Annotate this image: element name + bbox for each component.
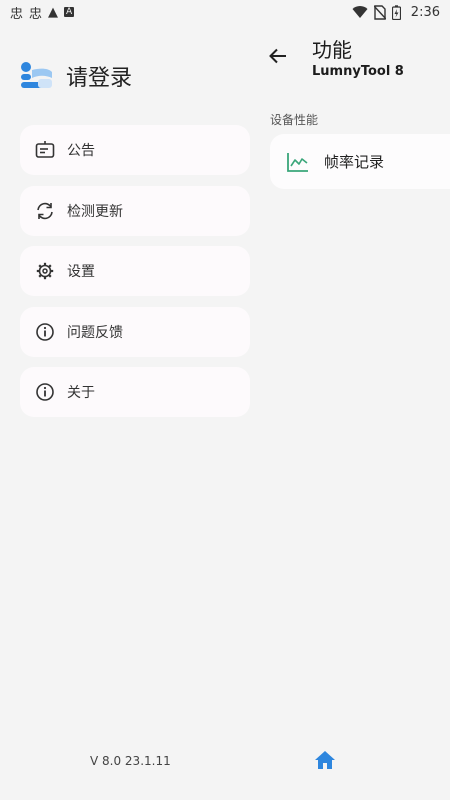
menu-item-settings[interactable]: 设置 xyxy=(20,246,250,296)
menu-item-check-update[interactable]: 检测更新 xyxy=(20,185,250,236)
menu-item-feedback[interactable]: 问题反馈 xyxy=(20,306,250,357)
home-icon[interactable] xyxy=(314,749,336,771)
warning-icon: ▲ xyxy=(48,4,59,20)
section-label: 设备性能 xyxy=(270,113,319,127)
login-row[interactable]: 请登录 xyxy=(18,58,132,94)
announcement-icon xyxy=(35,140,55,160)
menu-label: 关于 xyxy=(67,385,95,401)
battery-icon xyxy=(391,4,401,20)
app-notification-icon: 忠 xyxy=(29,6,43,22)
main-content: 功能 LumnyTool 8 设备性能 帧率记录 xyxy=(269,24,450,800)
login-label: 请登录 xyxy=(66,66,133,91)
menu-label: 问题反馈 xyxy=(67,324,123,341)
app-logo-icon xyxy=(21,62,52,88)
version-text: V 8.0 23.1.11 xyxy=(90,754,171,768)
no-sim-icon xyxy=(373,4,386,20)
page-title: 功能 xyxy=(312,38,352,62)
menu-label: 公告 xyxy=(67,143,95,159)
feature-card-frame-record[interactable]: 帧率记录 xyxy=(270,134,450,189)
drawer-menu: 公告 检测更新 设置 问题反馈 关于 xyxy=(20,125,250,428)
feature-label: 帧率记录 xyxy=(324,153,385,171)
status-bar: 忠 忠 ▲ A 2:36 xyxy=(0,0,450,24)
status-time: 2:36 xyxy=(410,4,440,20)
status-bar-right: 2:36 xyxy=(352,5,440,20)
arrow-left-icon xyxy=(269,48,286,64)
chart-line-icon xyxy=(287,152,308,172)
menu-label: 检测更新 xyxy=(67,203,123,220)
navigation-drawer: 请登录 公告 检测更新 设置 问题反馈 关于 V 8.0 23.1.11 xyxy=(0,24,270,800)
menu-item-about[interactable]: 关于 xyxy=(20,367,250,417)
status-bar-left: 忠 忠 ▲ A xyxy=(10,3,75,22)
page-subtitle: LumnyTool 8 xyxy=(312,64,404,79)
app-notification-icon: 忠 xyxy=(10,6,24,22)
back-button[interactable] xyxy=(264,42,292,70)
wifi-icon xyxy=(352,6,368,19)
refresh-icon xyxy=(35,201,55,221)
text-icon: A xyxy=(64,7,75,17)
info-icon xyxy=(35,382,55,402)
info-icon xyxy=(35,322,55,342)
menu-item-announcement[interactable]: 公告 xyxy=(20,125,250,175)
gear-icon xyxy=(35,261,55,281)
menu-label: 设置 xyxy=(67,264,95,280)
